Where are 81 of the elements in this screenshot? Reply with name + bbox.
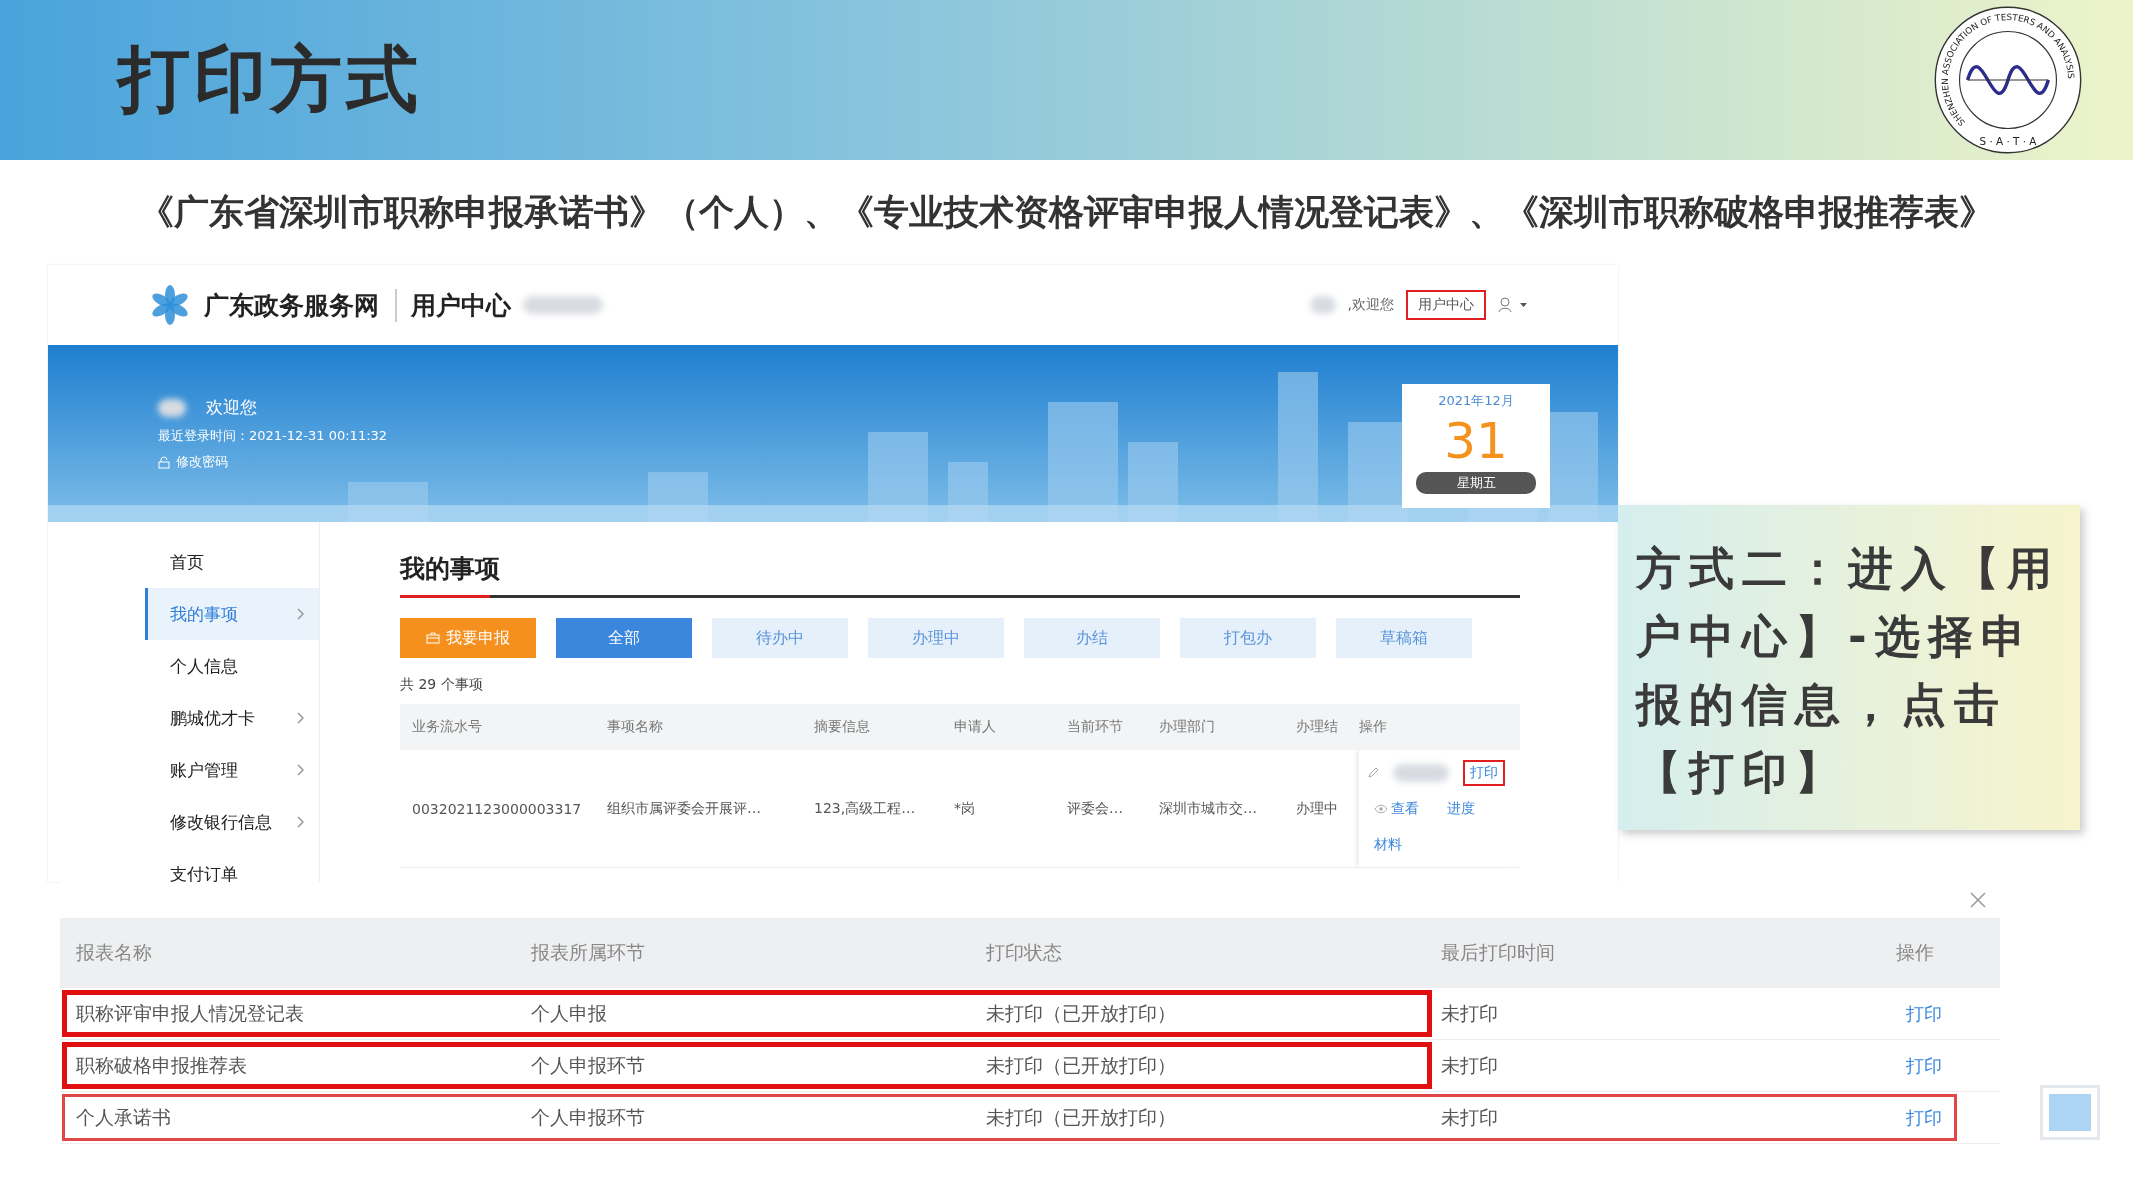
table-link[interactable]: 材料 xyxy=(1367,831,1409,858)
calendar-day: 31 xyxy=(1444,409,1508,472)
welcome-text: ,欢迎您 xyxy=(1347,296,1394,314)
table-cell-text: 0032021123000003317 xyxy=(412,800,583,817)
lock-icon xyxy=(158,455,170,469)
table-cell-text: 职称破格申报推荐表 xyxy=(76,1052,248,1078)
square-icon xyxy=(2040,1085,2100,1140)
table-cell-text: *岗 xyxy=(954,799,976,818)
print-link[interactable]: 打印 xyxy=(1906,1001,1942,1026)
view-link[interactable]: 查看 xyxy=(1367,795,1426,822)
eye-icon xyxy=(1374,803,1388,814)
table-cell-text: 职称评审申报人情况登记表 xyxy=(76,1000,305,1026)
last-login-text: 最近登录时间：2021-12-31 00:11:32 xyxy=(158,427,388,445)
redacted-mark xyxy=(1393,763,1449,782)
filter-tab[interactable]: 办理中 xyxy=(868,618,1004,658)
table-cell-text: 评委会… xyxy=(1067,799,1124,818)
briefcase-icon xyxy=(426,632,440,644)
chevron-icon xyxy=(297,712,305,724)
sidebar-item[interactable]: 个人信息 xyxy=(145,640,319,692)
column-header: 操作 xyxy=(1896,940,1935,965)
column-header: 办理部门 xyxy=(1159,718,1216,736)
column-header: 报表名称 xyxy=(76,940,153,965)
close-icon[interactable] xyxy=(1970,892,1986,908)
filter-tab[interactable]: 待办中 xyxy=(712,618,848,658)
filter-tab[interactable]: 草稿箱 xyxy=(1336,618,1472,658)
sidebar-item[interactable]: 鹏城优才卡 xyxy=(145,692,319,744)
redacted-mark xyxy=(1309,296,1336,314)
filter-tab[interactable]: 全部 xyxy=(556,618,692,658)
table-cell-text: 组织市属评委会开展评… xyxy=(607,799,762,818)
table-cell-text: 个人申报环节 xyxy=(531,1052,646,1078)
calendar-weekday: 星期五 xyxy=(1416,471,1536,494)
filter-tab[interactable]: 打包办 xyxy=(1180,618,1316,658)
apply-button[interactable]: 我要申报 xyxy=(400,618,536,658)
print-link[interactable]: 打印 xyxy=(1463,759,1505,786)
callout-text: 方式二：进入【用户中心】-选择申报的信息，点击【打印】 xyxy=(1618,505,2080,830)
pencil-icon xyxy=(1367,766,1379,779)
table-cell-text: 123,高级工程… xyxy=(814,799,917,818)
print-link[interactable]: 打印 xyxy=(1906,1053,1942,1078)
site-name: 广东政务服务网 xyxy=(204,289,379,322)
column-header: 最后打印时间 xyxy=(1441,940,1556,965)
user-center-link[interactable]: 用户中心 xyxy=(1406,290,1486,320)
sidebar-item[interactable]: 首页 xyxy=(145,536,319,588)
column-header: 摘要信息 xyxy=(814,718,871,736)
column-header: 当前环节 xyxy=(1067,718,1124,736)
column-header: 打印状态 xyxy=(986,940,1063,965)
column-header: 申请人 xyxy=(954,718,997,736)
filter-tab[interactable]: 办结 xyxy=(1024,618,1160,658)
column-header: 操作 xyxy=(1359,718,1388,736)
table-cell-text: 未打印 xyxy=(1441,1000,1499,1026)
table-cell-text: 未打印（已开放打印） xyxy=(986,1104,1177,1130)
chevron-icon xyxy=(297,608,305,620)
table-cell-text: 办理中 xyxy=(1296,799,1339,818)
sidebar-item[interactable]: 支付订单 xyxy=(145,848,319,882)
chevron-icon xyxy=(297,764,305,776)
column-header: 报表所属环节 xyxy=(531,940,646,965)
calendar-month: 2021年12月 xyxy=(1438,391,1514,410)
column-header: 事项名称 xyxy=(607,718,664,736)
table-cell-text: 未打印 xyxy=(1441,1104,1499,1130)
table-cell-text: 未打印（已开放打印） xyxy=(986,1052,1177,1078)
sidebar-item[interactable]: 我的事项 xyxy=(145,588,319,640)
table-cell-text: 未打印 xyxy=(1441,1052,1499,1078)
slide-title: 打印方式 xyxy=(118,36,422,123)
column-header: 业务流水号 xyxy=(412,718,483,736)
table-cell-text: 深圳市城市交… xyxy=(1159,799,1258,818)
table-cell-text: 个人申报 xyxy=(531,1000,608,1026)
slide-subtitle: 《广东省深圳市职称申报承诺书》（个人）、《专业技术资格评审申报人情况登记表》、《深圳市职称破格申报推荐表》 xyxy=(138,191,1995,234)
section-title: 用户中心 xyxy=(395,288,511,322)
table-cell-text: 个人承诺书 xyxy=(76,1104,172,1130)
print-link[interactable]: 打印 xyxy=(1906,1105,1942,1130)
table-link[interactable]: 进度 xyxy=(1440,795,1482,822)
section-heading: 我的事项 xyxy=(400,553,501,585)
sidebar-item[interactable]: 修改银行信息 xyxy=(145,796,319,848)
column-header: 办理结 xyxy=(1296,718,1339,736)
user-icon[interactable] xyxy=(1498,297,1528,313)
item-count: 共 29 个事项 xyxy=(400,676,484,694)
sidebar-item[interactable]: 账户管理 xyxy=(145,744,319,796)
chevron-icon xyxy=(297,816,305,828)
greeting-text: 欢迎您 xyxy=(206,396,257,419)
change-password-link[interactable]: 修改密码 xyxy=(176,453,228,471)
table-cell-text: 个人申报环节 xyxy=(531,1104,646,1130)
table-cell-text: 未打印（已开放打印） xyxy=(986,1000,1177,1026)
